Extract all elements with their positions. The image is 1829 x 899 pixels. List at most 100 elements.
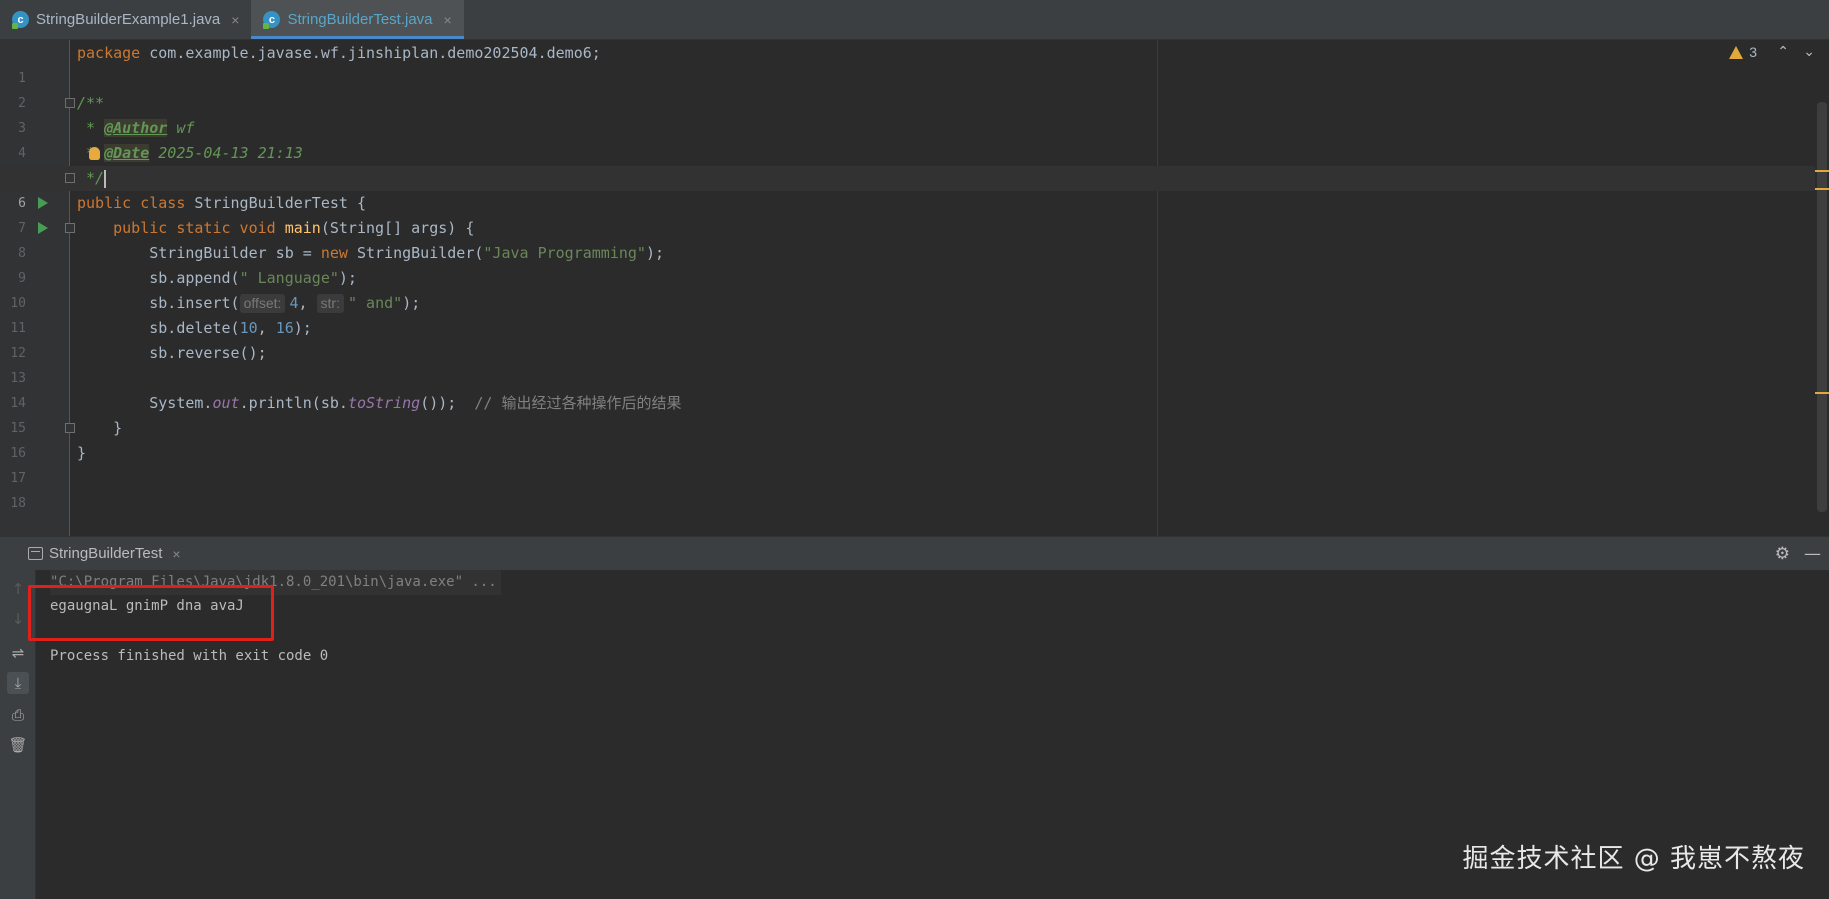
warning-marker[interactable]	[1815, 188, 1829, 190]
code-token: ());	[420, 394, 475, 412]
tab-stringbuildertest[interactable]: c StringBuilderTest.java ×	[251, 0, 464, 39]
down-arrow-icon[interactable]: ↓	[7, 608, 29, 630]
code-token: );	[402, 294, 421, 312]
code-line: 18	[0, 466, 1829, 511]
text-caret	[104, 169, 107, 188]
trash-icon[interactable]: 🗑	[7, 734, 29, 756]
ide-window: c StringBuilderExample1.java × c StringB…	[0, 0, 1829, 899]
tab-label: StringBuilderTest.java	[287, 11, 433, 28]
code-line: 4 * @Author wf	[0, 116, 1829, 161]
console-exit-line: Process finished with exit code 0	[50, 648, 329, 664]
scroll-to-end-icon[interactable]: ⤓	[7, 672, 29, 694]
code-token: "Java Programming"	[483, 244, 646, 262]
scroll-thumb[interactable]	[1817, 102, 1827, 512]
warning-marker[interactable]	[1815, 392, 1829, 394]
code-line: 5 * @Date 2025-04-13 21:13	[0, 141, 1829, 186]
run-panel-header: StringBuilderTest × ⚙ —	[0, 536, 1829, 570]
print-icon[interactable]: ⎙	[7, 704, 29, 726]
code-line: 14	[0, 366, 1829, 411]
code-editor[interactable]: 3 ⌃ ⌄ 1 package com.example.javase.wf.ji…	[0, 40, 1829, 536]
code-token: }	[77, 444, 87, 462]
parameter-hint: str:	[316, 294, 344, 313]
code-token: ,	[298, 294, 317, 312]
code-token: " Language"	[239, 269, 339, 287]
code-token: 10	[239, 319, 258, 337]
close-icon[interactable]: ×	[172, 546, 180, 562]
javadoc-tag: @Author	[104, 119, 168, 137]
code-line: 9 StringBuilder sb = new StringBuilder("…	[0, 241, 1829, 286]
code-line: 17 }	[0, 441, 1829, 486]
code-token: public static void	[113, 219, 276, 237]
run-icon[interactable]	[38, 222, 48, 234]
fold-icon[interactable]	[65, 98, 75, 108]
close-icon[interactable]: ×	[444, 12, 452, 28]
code-token: package	[77, 44, 141, 62]
code-line: 11 sb.insert(offset: 4, str: " and");	[0, 291, 1829, 336]
code-token: /**	[77, 94, 105, 112]
code-line: 12 sb.delete(10, 16);	[0, 316, 1829, 361]
code-token: com.example.javase.wf.jinshiplan.demo202…	[140, 44, 601, 62]
line-number: 18	[10, 496, 26, 511]
code-token: out	[212, 394, 240, 412]
code-token: StringBuilderTest {	[185, 194, 366, 212]
code-token: );	[338, 269, 357, 287]
editor-scrollbar[interactable]	[1815, 80, 1829, 512]
code-token: *	[77, 119, 105, 137]
code-token: 2025-04-13 21:13	[149, 144, 303, 162]
fold-icon[interactable]	[65, 173, 75, 183]
code-token: */	[77, 169, 105, 187]
close-icon[interactable]: ×	[231, 12, 239, 28]
line-comment: // 输出经过各种操作后的结果	[474, 394, 682, 412]
code-token: main	[284, 219, 321, 237]
fold-icon[interactable]	[65, 423, 75, 433]
code-token: new	[320, 244, 348, 262]
javadoc-tag: @Date	[104, 144, 150, 162]
gear-icon[interactable]: ⚙	[1775, 544, 1790, 564]
code-token: sb.insert(	[77, 294, 240, 312]
code-line: 15 System.out.println(sb.toString()); //…	[0, 391, 1829, 436]
code-token: wf	[167, 119, 195, 137]
run-icon[interactable]	[38, 197, 48, 209]
code-token: (String[] args) {	[320, 219, 475, 237]
code-token: sb.append(	[77, 269, 240, 287]
code-token: }	[77, 419, 123, 437]
code-token: .println(sb.	[239, 394, 348, 412]
code-token: );	[645, 244, 665, 262]
run-tab-label: StringBuilderTest	[49, 545, 163, 562]
code-token: public class	[77, 194, 186, 212]
java-class-icon: c	[263, 11, 281, 29]
console-command-line: "C:\Program Files\Java\jdk1.8.0_201\bin\…	[50, 570, 501, 595]
code-token: 16	[275, 319, 294, 337]
code-token: System.	[77, 394, 213, 412]
code-token: ,	[257, 319, 276, 337]
code-token: sb.reverse();	[77, 344, 267, 362]
code-line-current: 6 */	[0, 166, 1829, 211]
code-line: 8 public static void main(String[] args)…	[0, 216, 1829, 261]
code-line: 13 sb.reverse();	[0, 341, 1829, 386]
warning-marker[interactable]	[1815, 170, 1829, 172]
fold-icon[interactable]	[65, 223, 75, 233]
soft-wrap-icon[interactable]: ⇌	[7, 642, 29, 664]
console-icon	[28, 547, 43, 560]
editor-tab-bar: c StringBuilderExample1.java × c StringB…	[0, 0, 1829, 40]
lightbulb-icon[interactable]	[89, 147, 100, 160]
java-class-icon: c	[12, 11, 29, 29]
code-token: StringBuilder(	[347, 244, 484, 262]
code-line: 1 package com.example.javase.wf.jinshipl…	[0, 41, 1829, 86]
code-line: 2	[0, 66, 1829, 111]
code-line: 7 public class StringBuilderTest {	[0, 191, 1829, 236]
code-line: 10 sb.append(" Language");	[0, 266, 1829, 311]
tab-stringbuilderexample1[interactable]: c StringBuilderExample1.java ×	[0, 0, 251, 39]
tab-run-stringbuildertest[interactable]: StringBuilderTest ×	[28, 545, 181, 562]
code-line: 3 /**	[0, 91, 1829, 136]
code-line: 16 }	[0, 416, 1829, 461]
minimize-icon[interactable]: —	[1804, 544, 1821, 564]
code-token: );	[293, 319, 312, 337]
code-token: sb.delete(	[77, 319, 240, 337]
code-token: StringBuilder sb =	[77, 244, 321, 262]
up-arrow-icon[interactable]: ↑	[7, 578, 29, 600]
parameter-hint: offset:	[239, 294, 286, 313]
run-toolbar: ↑ ↓ ⇌ ⤓ ⎙ 🗑	[0, 570, 36, 899]
code-token: " and"	[348, 294, 403, 312]
